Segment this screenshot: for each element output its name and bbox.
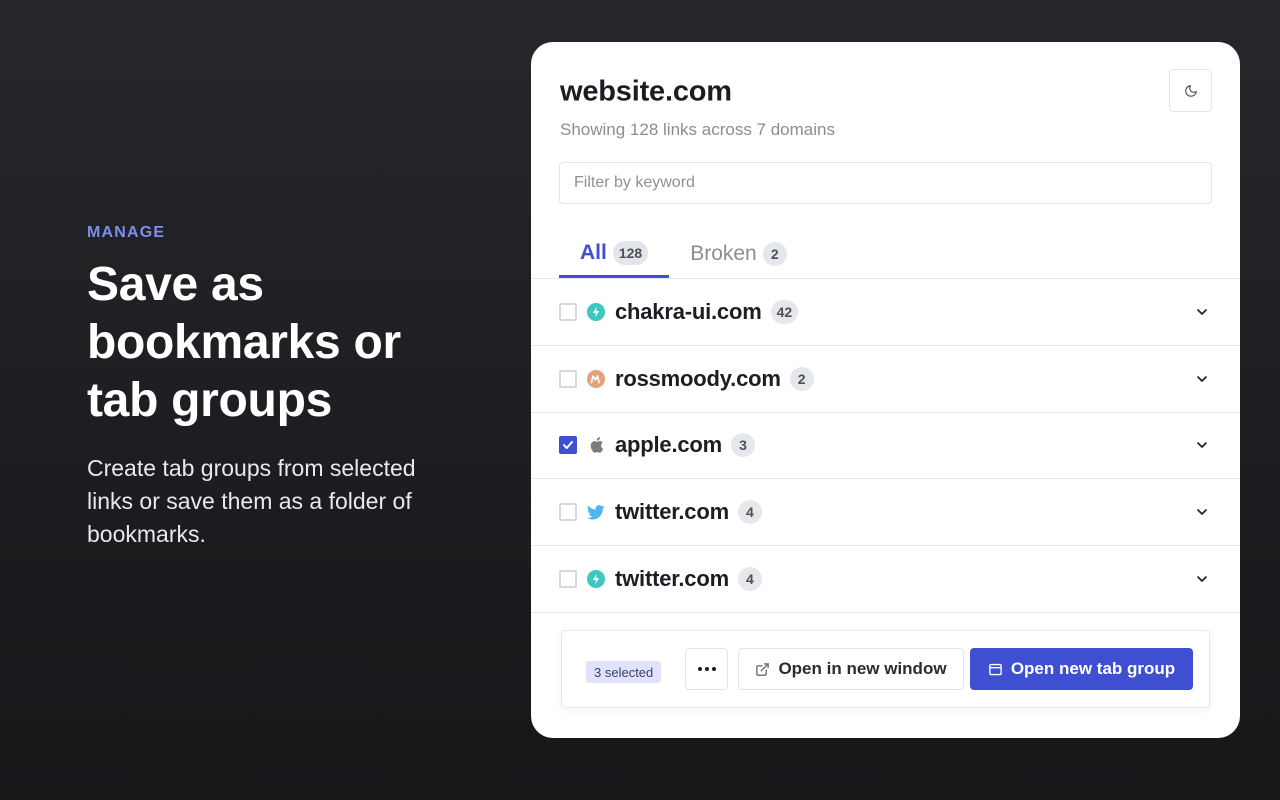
chevron-down-icon[interactable] (1194, 371, 1210, 387)
links-summary: Showing 128 links across 7 domains (560, 120, 835, 139)
domain-checkbox[interactable] (559, 369, 577, 388)
domain-checkbox[interactable] (559, 302, 577, 321)
filter-input[interactable] (559, 162, 1212, 204)
domain-name: rossmoody.com (615, 365, 781, 391)
tab-bar: All 128 Broken 2 (559, 230, 808, 278)
domain-row[interactable]: apple.com 3 (531, 413, 1240, 480)
external-link-icon (756, 662, 770, 676)
promo-section: MANAGE Save as bookmarks or tab groups C… (87, 224, 447, 551)
tab-count-badge: 2 (762, 242, 787, 266)
button-label: Open new tab group (1010, 659, 1176, 678)
domain-list: chakra-ui.com 42 rossmoody.com 2 apple.c… (531, 279, 1240, 613)
link-count-badge: 4 (737, 500, 762, 525)
link-count-badge: 2 (789, 366, 814, 391)
selected-count-badge: 3 selected (586, 661, 662, 683)
chakra-icon (587, 302, 605, 321)
check-icon (563, 441, 573, 450)
twitter-icon (587, 503, 605, 521)
domain-row[interactable]: chakra-ui.com 42 (531, 279, 1240, 346)
link-count-badge: 4 (737, 567, 762, 592)
selection-action-bar: 3 selected Open in new window Open new t… (561, 630, 1210, 708)
moon-icon (1184, 84, 1197, 97)
tab-label: All (580, 240, 607, 264)
window-icon (989, 663, 1002, 675)
apple-icon (587, 436, 605, 454)
domain-row[interactable]: twitter.com 4 (531, 546, 1240, 613)
chevron-down-icon[interactable] (1194, 304, 1210, 320)
headline: Save as bookmarks or tab groups (87, 258, 401, 427)
theme-toggle-button[interactable] (1169, 69, 1212, 112)
promo-description: Create tab groups from selected links or… (87, 455, 416, 547)
rossmoody-icon (587, 369, 605, 388)
domain-row[interactable]: twitter.com 4 (531, 479, 1240, 547)
links-panel: website.com Showing 128 links across 7 d… (531, 42, 1240, 738)
link-count-badge: 3 (731, 433, 756, 458)
tab-broken[interactable]: Broken 2 (669, 230, 808, 278)
page-title: website.com (560, 75, 732, 108)
tab-count-badge: 128 (612, 240, 649, 265)
button-label: Open in new window (778, 659, 947, 678)
open-new-tab-group-button[interactable]: Open new tab group (970, 648, 1193, 690)
tab-all[interactable]: All 128 (559, 230, 670, 278)
chevron-down-icon[interactable] (1194, 504, 1210, 520)
domain-checkbox[interactable] (559, 436, 577, 455)
domain-checkbox[interactable] (559, 503, 577, 522)
open-in-new-window-button[interactable]: Open in new window (738, 648, 964, 690)
link-count-badge: 42 (770, 299, 799, 324)
chakra-icon (587, 570, 605, 589)
ellipsis-icon (697, 667, 716, 671)
tab-label: Broken (690, 242, 757, 265)
more-options-button[interactable] (685, 648, 728, 690)
domain-name: twitter.com (615, 566, 729, 592)
domain-name: twitter.com (615, 499, 729, 525)
domain-name: apple.com (615, 432, 723, 458)
domain-row[interactable]: rossmoody.com 2 (531, 346, 1240, 413)
domain-name: chakra-ui.com (615, 298, 762, 324)
chevron-down-icon[interactable] (1194, 437, 1210, 453)
eyebrow-label: MANAGE (87, 224, 166, 241)
chevron-down-icon[interactable] (1194, 571, 1210, 587)
domain-checkbox[interactable] (559, 570, 577, 589)
